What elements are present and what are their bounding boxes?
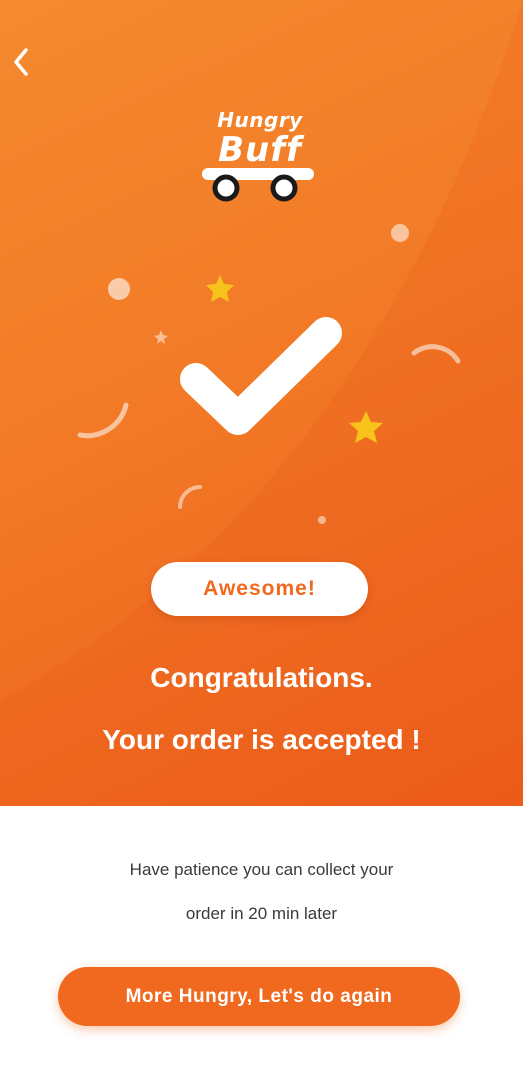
- cart-icon: [202, 168, 314, 202]
- decor-arc: [178, 485, 202, 509]
- decor-dot: [108, 278, 130, 300]
- checkmark-icon: [180, 317, 342, 435]
- decor-small-star: [154, 330, 168, 344]
- back-button[interactable]: [4, 42, 36, 82]
- decor-dot: [318, 516, 326, 524]
- star-icon: [206, 275, 234, 302]
- pickup-note-line-2: order in 20 min later: [185, 904, 338, 923]
- star-icon: [349, 411, 383, 443]
- logo-word-hungry: Hungry: [217, 108, 303, 132]
- success-illustration: [77, 224, 461, 524]
- order-again-button[interactable]: More Hungry, Let's do again: [58, 967, 460, 1026]
- brand-logo: Hungry Buff: [196, 104, 324, 204]
- decor-arc: [77, 402, 129, 439]
- decor-dot: [391, 224, 409, 242]
- congrats-title: Congratulations.: [150, 662, 373, 693]
- awesome-badge: Awesome!: [151, 562, 368, 616]
- success-hero: Hungry Buff Awesome! Congratulations. Yo…: [0, 0, 523, 806]
- order-accepted-title: Your order is accepted !: [102, 724, 421, 755]
- chevron-left-icon: [14, 48, 28, 76]
- pickup-note-line-1: Have patience you can collect your: [129, 860, 394, 879]
- pickup-note: Have patience you can collect your order…: [40, 848, 483, 936]
- decor-arc: [411, 344, 461, 364]
